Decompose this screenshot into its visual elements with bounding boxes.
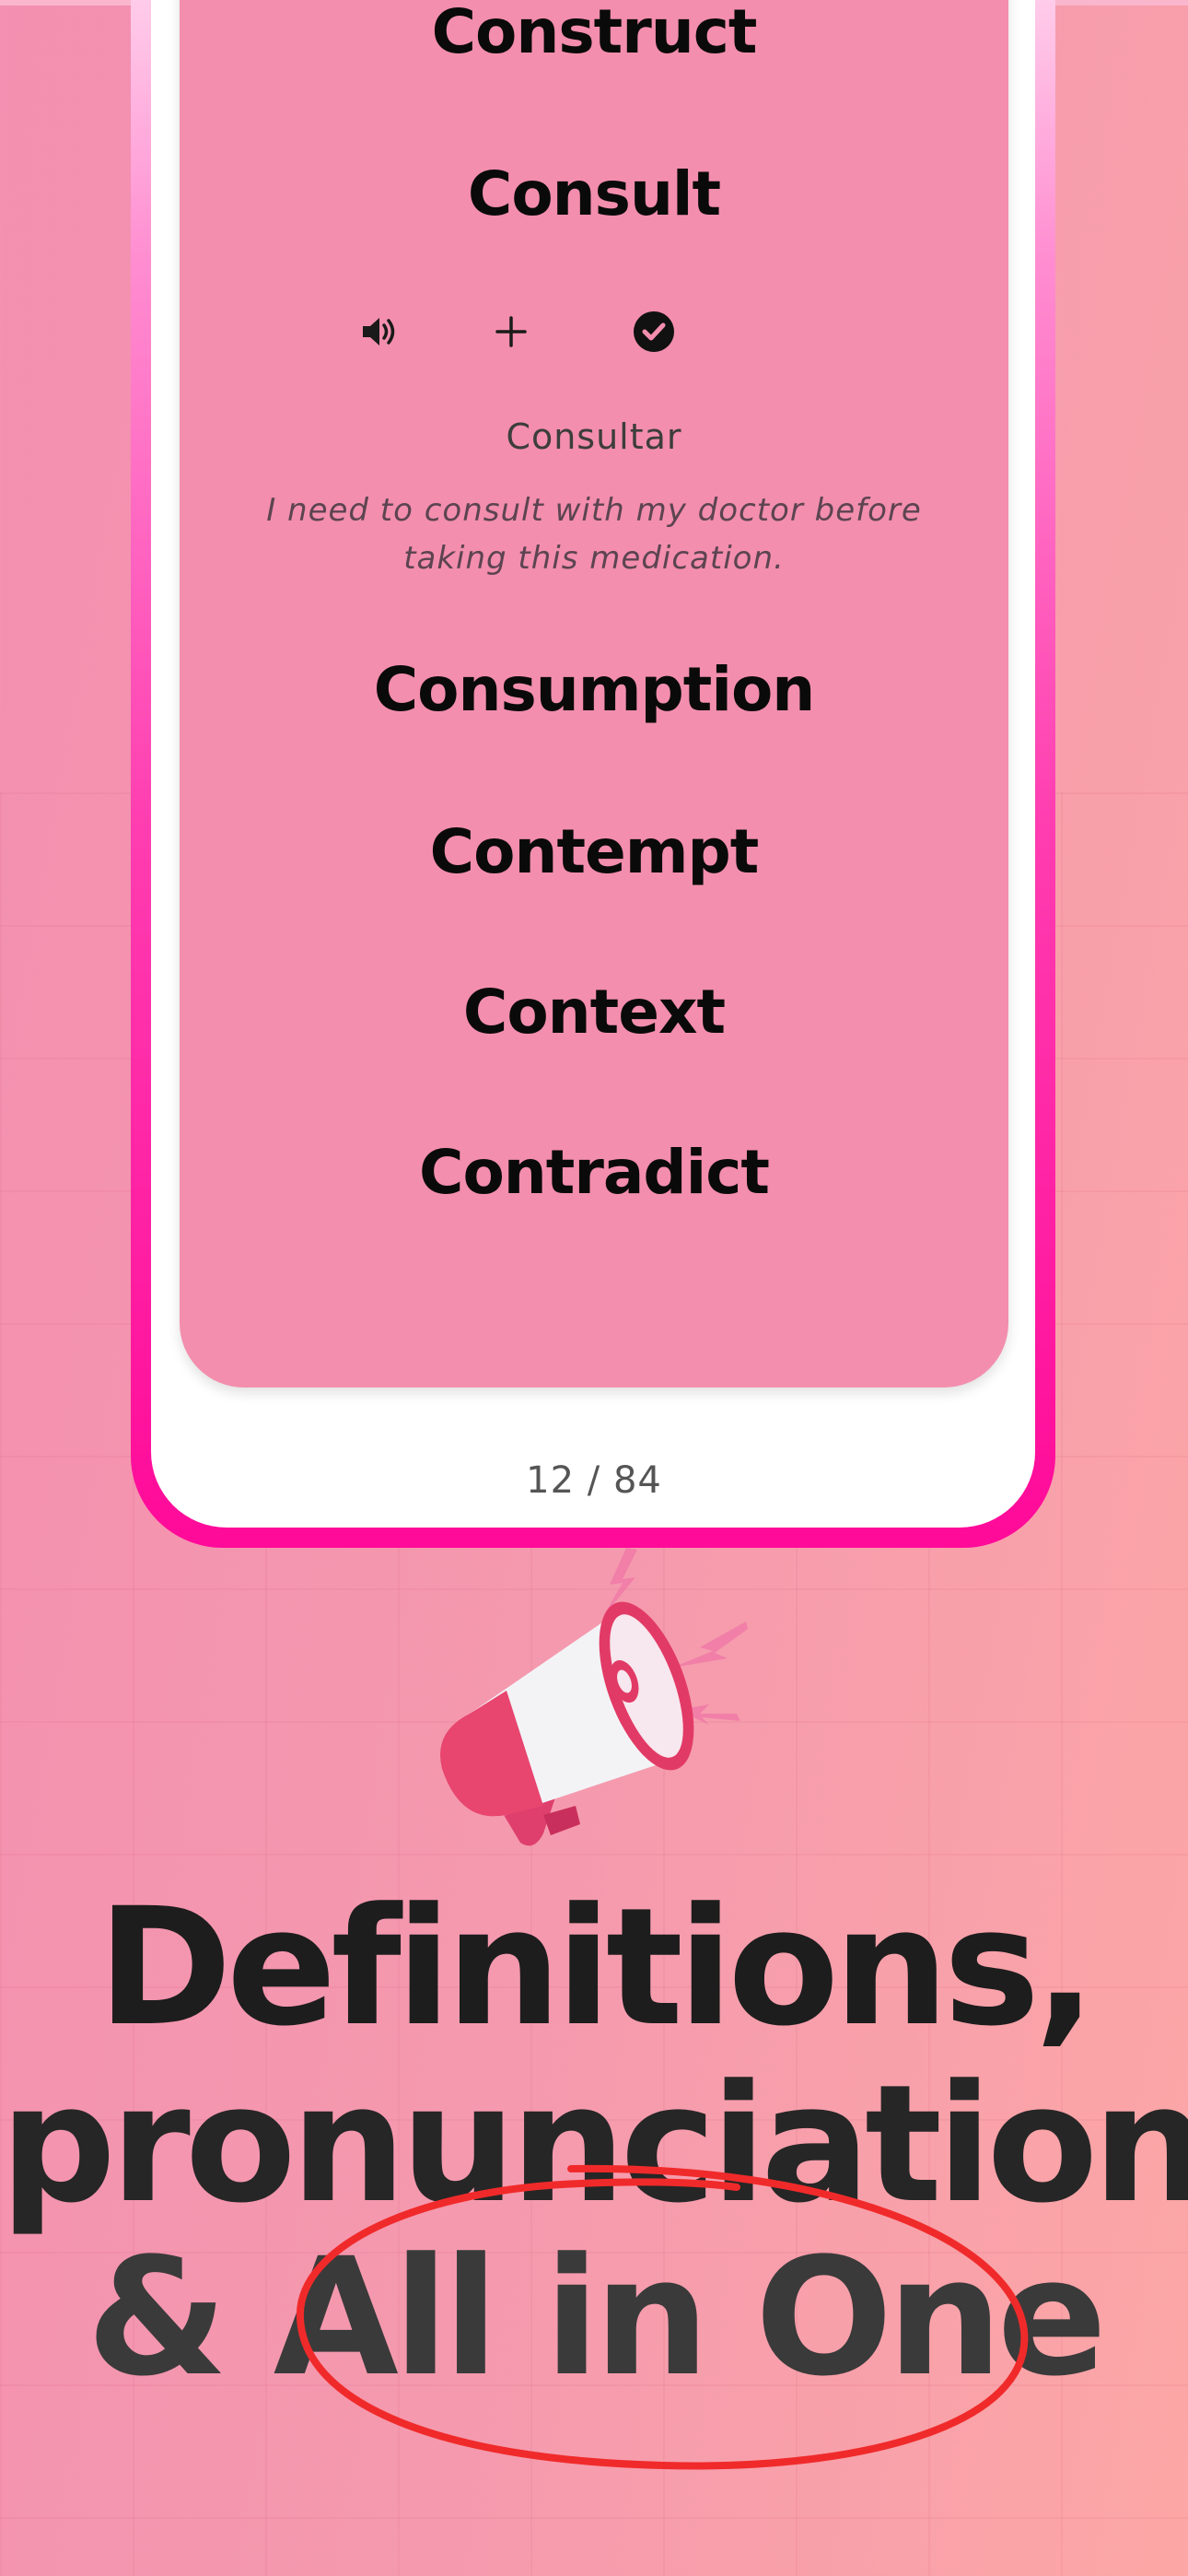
word-item-contempt[interactable]: Contempt [180,822,1008,883]
word-item-contradict[interactable]: Contradict [180,1142,1008,1203]
translation-text: Consultar [506,416,682,457]
word-actions [180,304,1008,359]
word-item-construct[interactable]: Construct [180,2,1008,63]
highlight-circle [296,2164,1029,2470]
example-sentence: I need to consult with my doctor before … [266,492,922,577]
headline-line-1: Definitions, [97,1873,1096,2062]
megaphone-icon [405,1529,774,1879]
speaker-icon[interactable] [352,304,407,359]
plus-icon[interactable] [483,304,539,359]
word-item-context[interactable]: Context [180,982,1008,1043]
check-circle-icon[interactable] [626,304,681,359]
page-counter: 12 / 84 [526,1459,662,1502]
word-item-consult[interactable]: Consult [180,164,1008,225]
word-item-consumption[interactable]: Consumption [180,660,1008,720]
